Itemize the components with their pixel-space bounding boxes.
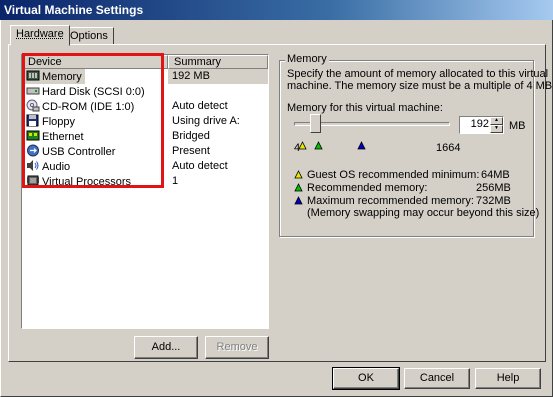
recommended-label: Recommended memory:: [307, 182, 428, 194]
device-name: Hard Disk (SCSI 0:0): [42, 86, 145, 98]
floppy-icon: [26, 114, 40, 127]
device-summary: Auto detect: [172, 160, 228, 172]
max-recommended-label: Maximum recommended memory:: [307, 195, 474, 207]
add-device-button[interactable]: Add...: [134, 336, 198, 359]
device-row-processors[interactable]: Virtual Processors 1: [22, 174, 268, 189]
device-name: Floppy: [42, 116, 76, 128]
device-summary: 1: [172, 175, 179, 187]
hard-disk-icon: [26, 84, 40, 97]
window-title: Virtual Machine Settings: [0, 0, 553, 20]
device-name: CD-ROM (IDE 1:0): [42, 101, 135, 113]
memory-swapping-note: (Memory swapping may occur beyond this s…: [307, 207, 540, 219]
memory-description-line1: Specify the amount of memory allocated t…: [287, 68, 549, 80]
memory-description-line2: machine. The memory size must be a multi…: [287, 80, 553, 92]
max-recommended-value: 732MB: [476, 195, 511, 207]
device-summary: Bridged: [172, 130, 210, 142]
recommended-legend-icon: [294, 183, 303, 192]
memory-size-value: 192: [470, 118, 489, 130]
device-name: Ethernet: [42, 131, 84, 143]
recommended-value: 256MB: [476, 182, 511, 194]
tab-options[interactable]: Options: [64, 27, 114, 45]
help-button[interactable]: Help: [475, 368, 541, 389]
column-header-device[interactable]: Device: [22, 55, 168, 69]
device-name: USB Controller: [42, 146, 116, 158]
device-summary: Auto detect: [172, 100, 228, 112]
ethernet-icon: [26, 129, 40, 142]
device-summary: [168, 84, 268, 99]
device-row-audio[interactable]: Audio Auto detect: [22, 159, 268, 174]
device-name: Audio: [42, 161, 71, 173]
processor-icon: [26, 174, 40, 187]
tab-hardware[interactable]: Hardware: [10, 25, 70, 46]
guest-min-marker-icon: [298, 141, 307, 150]
device-row-cdrom[interactable]: CD-ROM (IDE 1:0) Auto detect: [22, 99, 268, 114]
tab-options-label: Options: [70, 30, 108, 42]
guest-min-label: Guest OS recommended minimum:: [307, 169, 480, 181]
device-list[interactable]: Device Summary Memory 192 MB Hard Disk (…: [21, 54, 269, 329]
cancel-button[interactable]: Cancel: [404, 368, 470, 389]
memory-icon: [26, 69, 40, 82]
device-row-floppy[interactable]: Floppy Using drive A:: [22, 114, 268, 129]
spin-up-icon[interactable]: ▲: [490, 117, 503, 125]
max-recommended-legend-icon: [294, 196, 303, 205]
ok-button-label: OK: [358, 372, 374, 384]
cdrom-icon: [26, 99, 40, 112]
device-row-usb[interactable]: USB Controller Present: [22, 144, 268, 159]
device-summary: 192 MB: [168, 69, 268, 84]
memory-unit-label: MB: [509, 120, 526, 132]
column-header-summary[interactable]: Summary: [168, 55, 268, 69]
device-summary: Present: [172, 145, 210, 157]
ok-button[interactable]: OK: [332, 367, 400, 390]
spin-down-icon[interactable]: ▼: [490, 125, 503, 133]
guest-min-legend-icon: [294, 170, 303, 179]
max-recommended-marker-icon: [357, 141, 366, 150]
memory-field-label: Memory for this virtual machine:: [287, 102, 443, 114]
add-device-button-label: Add...: [151, 341, 181, 353]
remove-device-button[interactable]: Remove: [205, 336, 269, 359]
memory-slider[interactable]: [292, 114, 452, 136]
device-row-ethernet[interactable]: Ethernet Bridged: [22, 129, 268, 144]
audio-icon: [26, 159, 40, 172]
column-header-device-label: Device: [28, 56, 62, 68]
slider-max-label: 1664: [436, 142, 461, 154]
recommended-marker-icon: [314, 141, 323, 150]
memory-size-input[interactable]: 192 ▲ ▼: [459, 116, 504, 134]
remove-device-button-label: Remove: [216, 341, 258, 353]
column-header-summary-label: Summary: [174, 56, 222, 68]
device-name: Virtual Processors: [42, 176, 132, 188]
tab-hardware-label: Hardware: [16, 28, 64, 40]
cancel-button-label: Cancel: [419, 372, 455, 384]
memory-slider-thumb[interactable]: [310, 114, 321, 133]
memory-group-title: Memory: [285, 53, 329, 65]
device-summary: Using drive A:: [172, 115, 240, 127]
device-row-hard-disk[interactable]: Hard Disk (SCSI 0:0): [22, 84, 268, 99]
guest-min-value: 64MB: [481, 169, 510, 181]
usb-icon: [26, 144, 40, 157]
device-row-memory[interactable]: Memory 192 MB: [22, 69, 268, 84]
help-button-label: Help: [496, 372, 520, 384]
device-name: Memory: [42, 71, 82, 83]
